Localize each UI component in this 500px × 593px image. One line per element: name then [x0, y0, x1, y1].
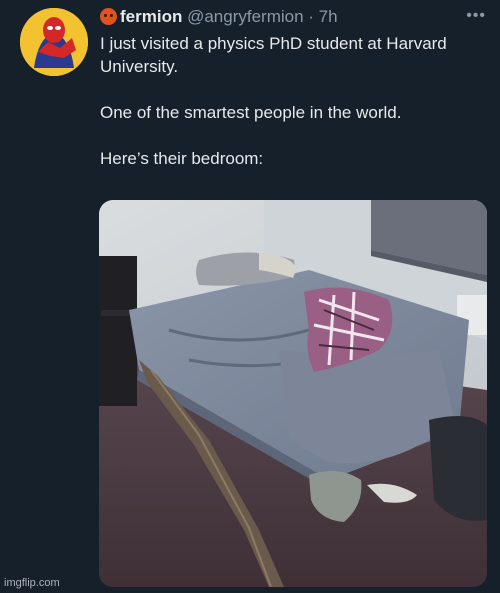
avatar[interactable] [20, 8, 88, 76]
user-handle[interactable]: @angryfermion [187, 7, 303, 26]
angry-face-icon [100, 8, 117, 25]
spiderman-avatar-icon [20, 8, 88, 76]
tweet-paragraph: One of the smartest people in the world. [100, 103, 402, 122]
attached-photo[interactable] [99, 200, 487, 587]
tweet-paragraph: Here’s their bedroom: [100, 149, 264, 168]
display-name[interactable]: fermion [120, 7, 182, 26]
more-icon[interactable]: ••• [466, 8, 486, 24]
timestamp[interactable]: 7h [319, 7, 338, 26]
watermark: imgflip.com [4, 577, 60, 589]
separator-dot: · [303, 7, 319, 26]
tweet-paragraph: I just visited a physics PhD student at … [100, 34, 447, 76]
bedroom-photo-image [99, 200, 487, 587]
tweet: fermion @angryfermion · 7h ••• I just vi… [0, 0, 500, 593]
tweet-header: fermion @angryfermion · 7h [100, 6, 480, 28]
tweet-text: I just visited a physics PhD student at … [100, 32, 485, 170]
